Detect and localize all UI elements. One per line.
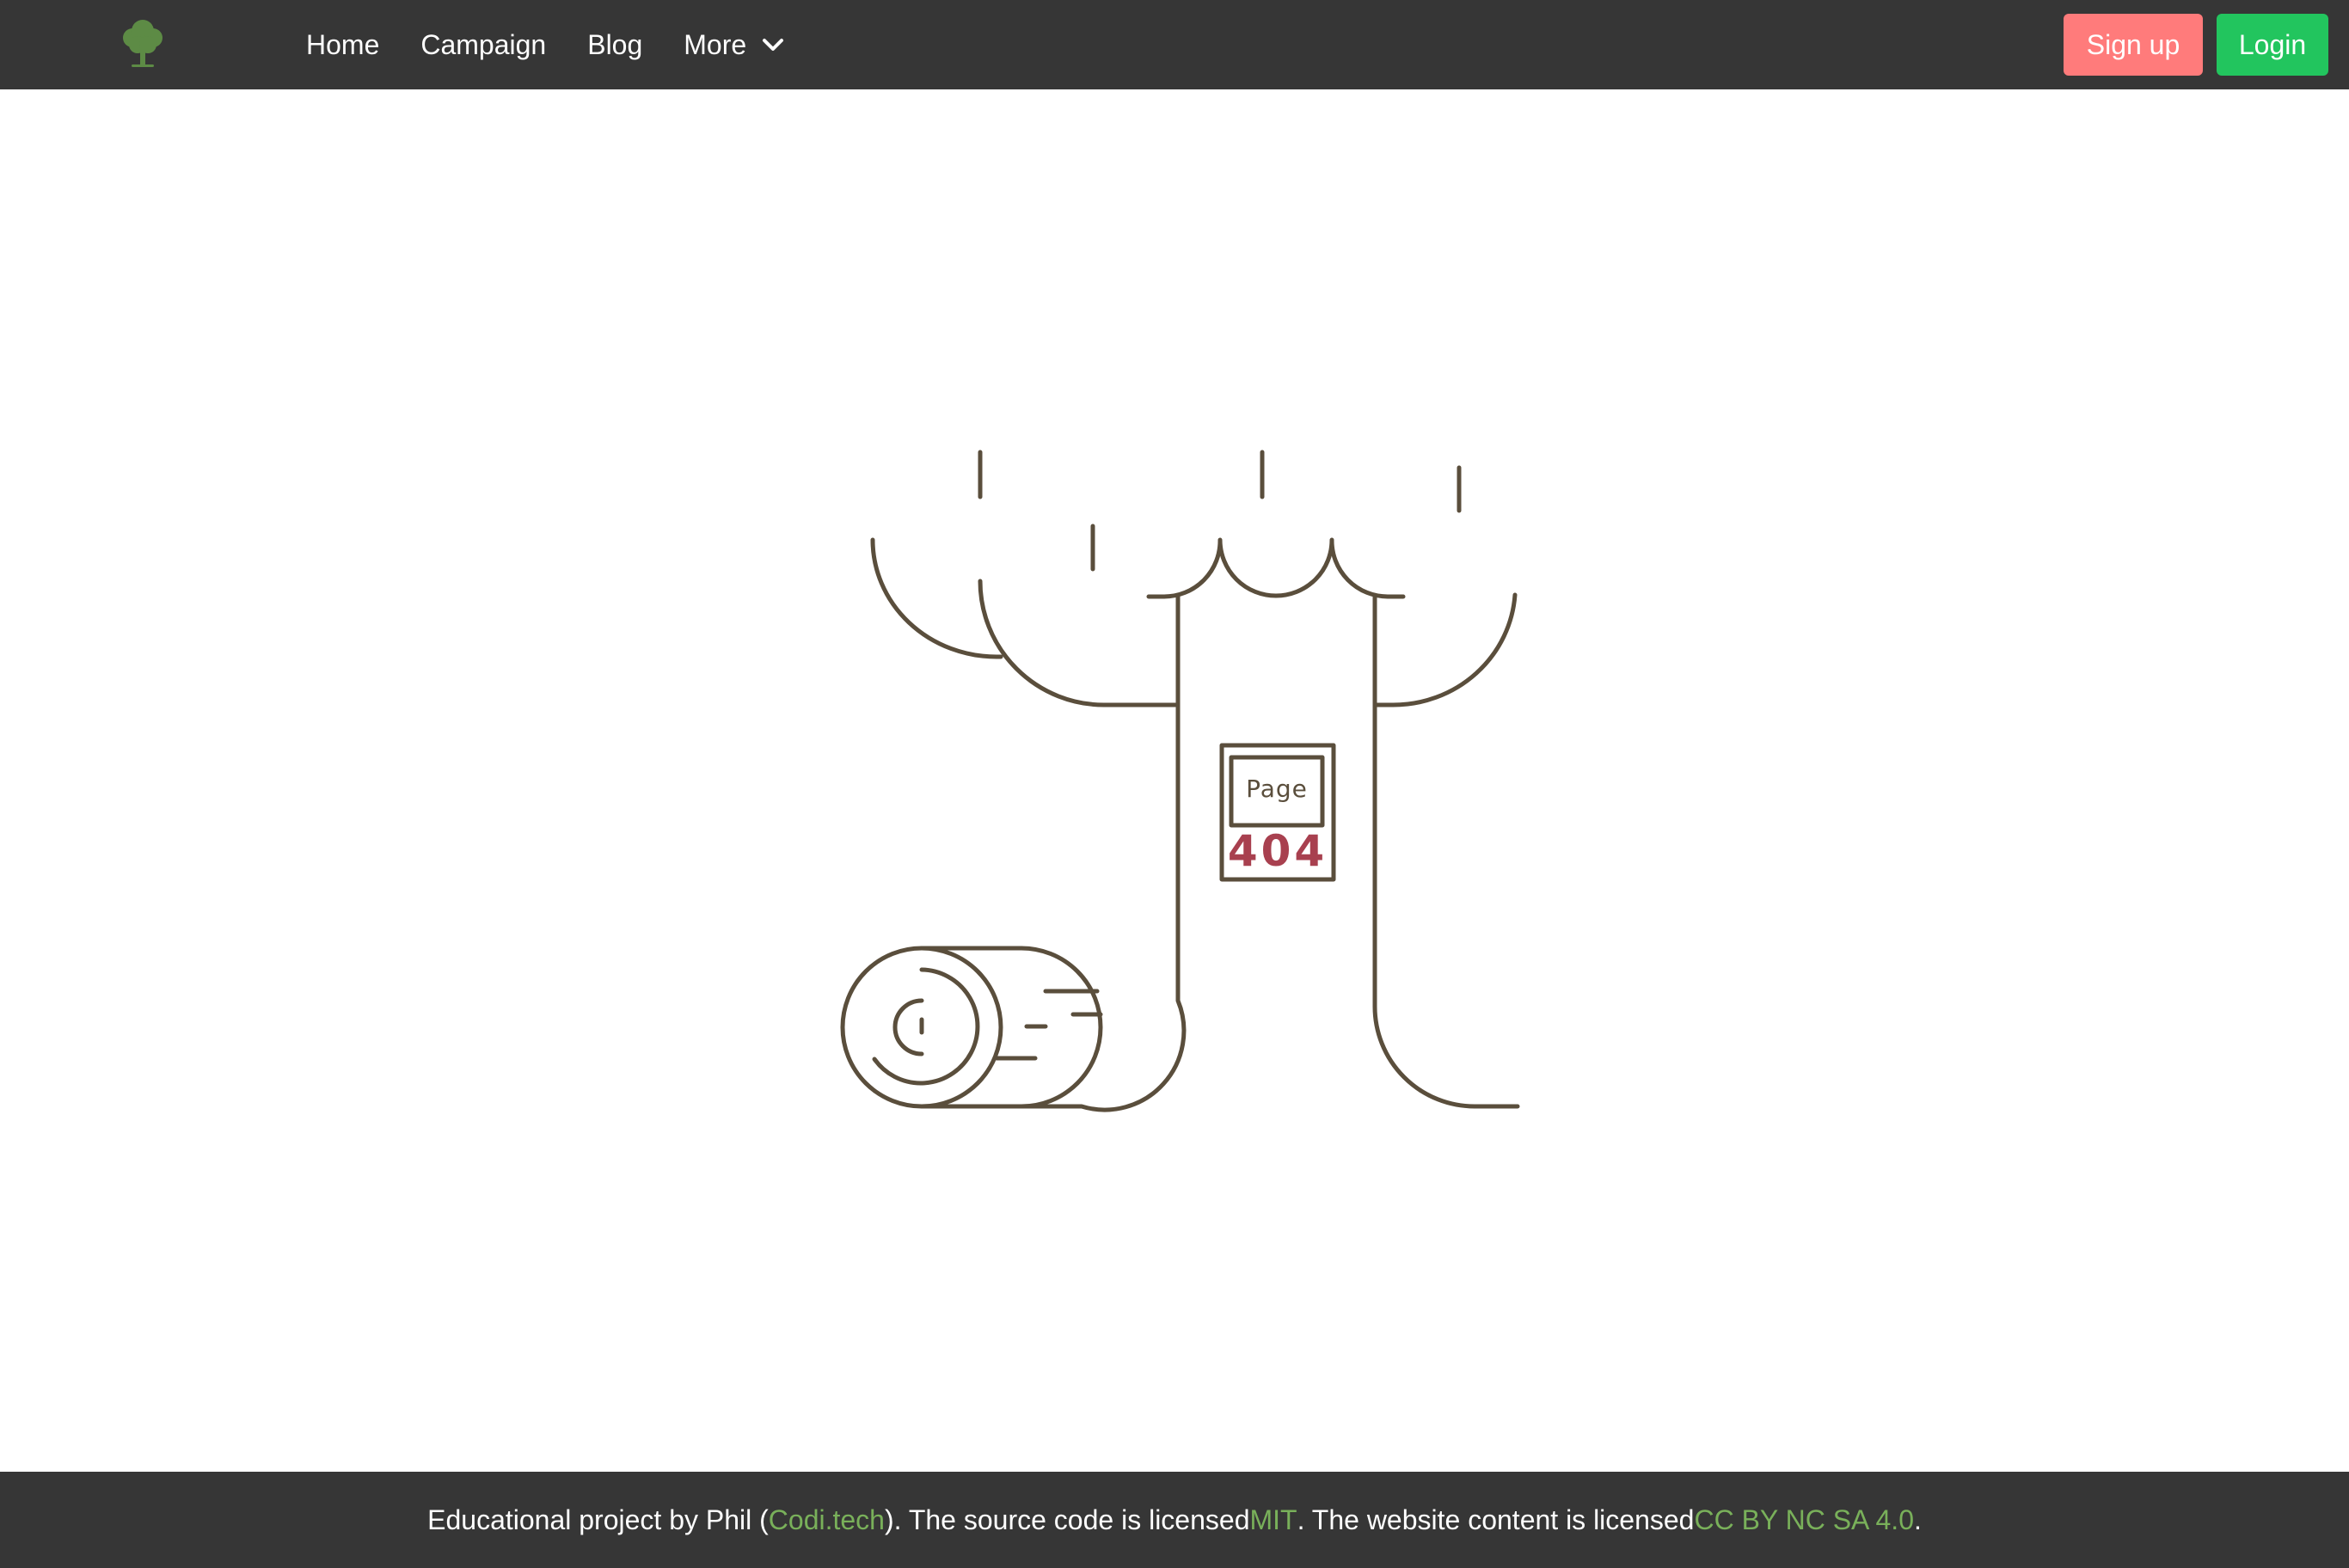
trunk-top-scallops [1146,537,1406,599]
nav-campaign[interactable]: Campaign [420,29,546,61]
nav-blog-label[interactable]: Blog [587,29,642,61]
nav-more-label[interactable]: More [684,29,746,61]
footer-text-4: . [1913,1504,1922,1535]
nav-campaign-label[interactable]: Campaign [420,29,546,61]
signup-button[interactable]: Sign up [2064,14,2203,76]
trunk-right-side [1372,594,1520,1109]
login-button[interactable]: Login [2217,14,2328,76]
left-inner-branch [978,579,1178,707]
nav-blog[interactable]: Blog [587,29,642,61]
footer-text-1: Educational project by Phil ( [427,1504,769,1535]
nav-more-dropdown[interactable]: More [684,29,784,61]
nav-home-label[interactable]: Home [306,29,379,61]
cc-license-link[interactable]: CC BY NC SA 4.0 [1694,1504,1914,1536]
trunk-left-side [922,594,1187,1112]
nav-home[interactable]: Home [306,29,379,61]
nav-links: Home Campaign Blog More [306,0,825,89]
error-sign-page-text: Page [1246,775,1308,803]
footer: Educational project by Phil (Codi.tech).… [0,1472,2349,1568]
navbar: Home Campaign Blog More Sign up Login [0,0,2349,89]
tree-icon[interactable] [119,19,167,70]
auth-buttons: Sign up Login [2064,14,2328,76]
footer-text-3: . The website content is licensed [1297,1504,1695,1535]
footer-text-2: ). The source code is licensed [884,1504,1250,1535]
log [840,946,1103,1109]
codi-tech-link[interactable]: Codi.tech [769,1504,885,1536]
mit-license-link[interactable]: MIT [1249,1504,1297,1536]
tree-404-illustration: Page 404 [840,450,1520,1112]
error-sign-404-text: 404 [1228,826,1328,876]
right-branch [1372,592,1518,707]
chevron-down-icon[interactable] [762,37,784,52]
